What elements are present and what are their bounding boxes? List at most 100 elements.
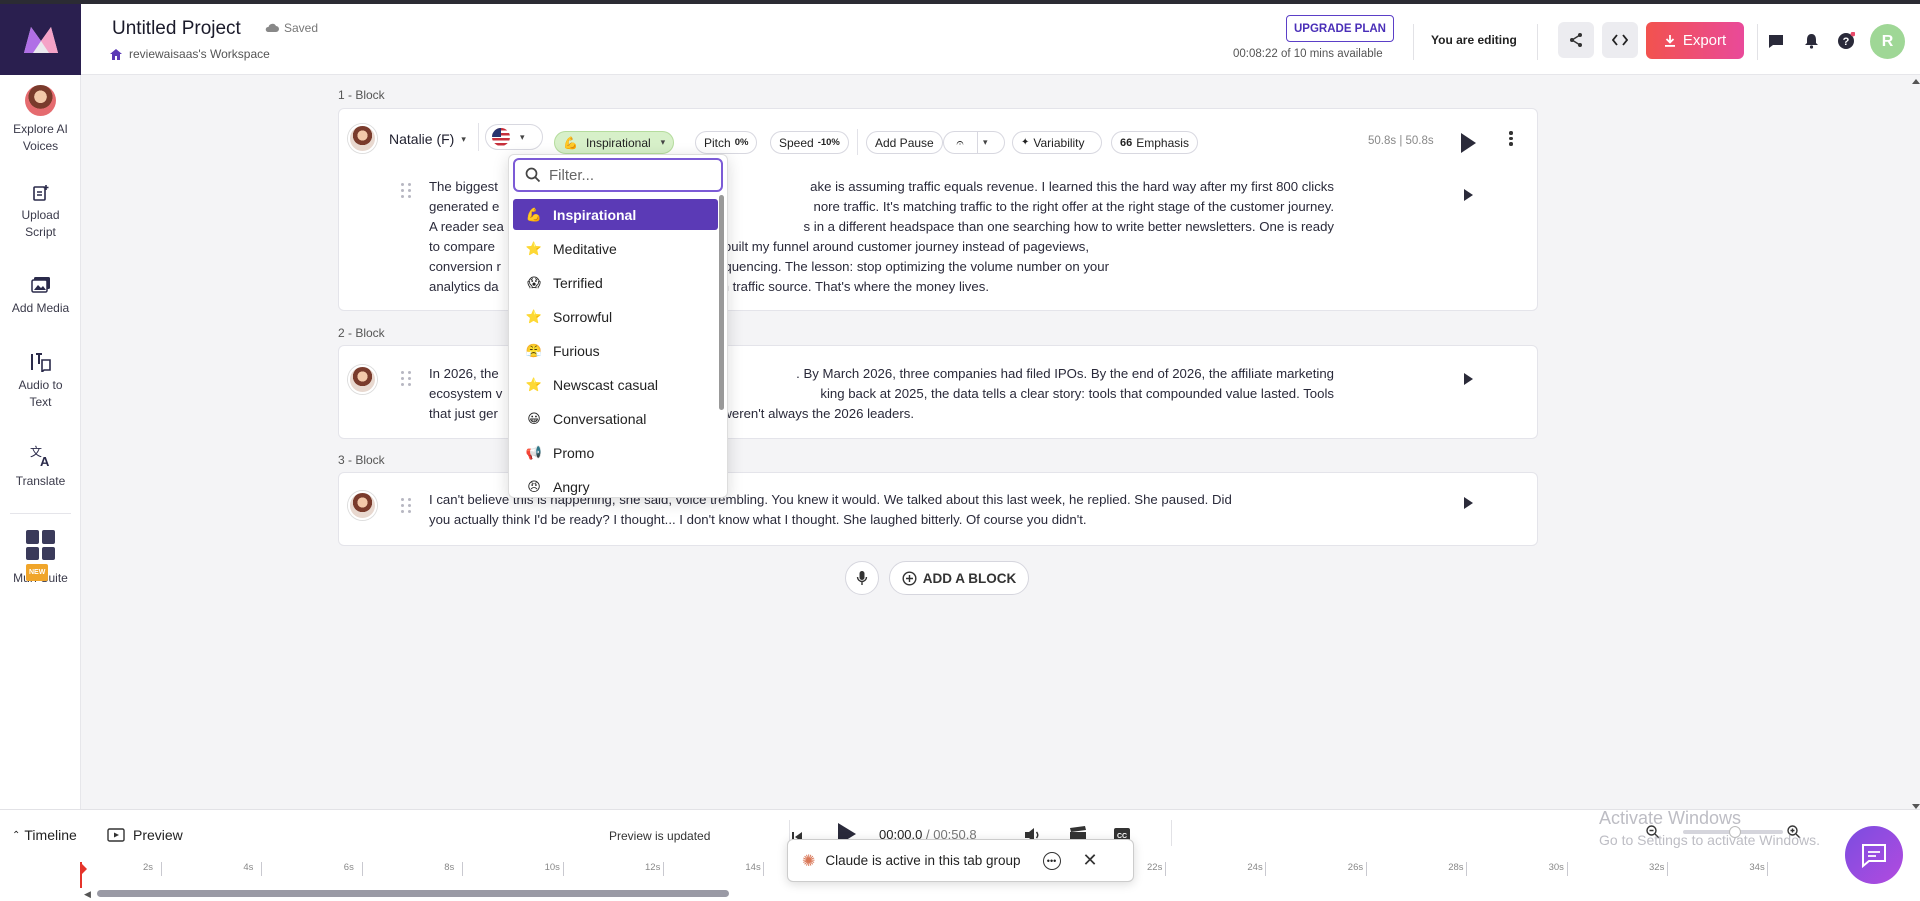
preview-tab[interactable]: Preview [107, 827, 183, 843]
variability-button[interactable]: ✦ Variability [1012, 131, 1102, 154]
header-divider [1537, 24, 1538, 60]
speed-control[interactable]: Speed -10% [770, 131, 849, 154]
svg-text:?: ? [1843, 36, 1850, 48]
add-block-button[interactable]: ADD A BLOCK [889, 561, 1029, 595]
style-option-meditative[interactable]: ⭐ Meditative [513, 233, 718, 264]
drag-handle-icon[interactable] [401, 183, 413, 199]
style-option-sorrowful[interactable]: ⭐ Sorrowful [513, 301, 718, 332]
quota-text: 00:08:22 of 10 mins available [1233, 48, 1383, 60]
more-options-icon[interactable] [1509, 131, 1513, 146]
megaphone-icon: 📢 [525, 444, 543, 460]
svg-text:A: A [40, 454, 50, 468]
voice-avatar[interactable] [348, 491, 377, 520]
page-scrollbar[interactable] [1910, 75, 1920, 809]
timeline-tick-mark [1265, 862, 1267, 876]
microphone-icon [856, 571, 868, 585]
user-avatar[interactable]: R [1870, 24, 1905, 59]
style-option-conversational[interactable]: 😀 Conversational [513, 403, 718, 434]
timeline-tick-label: 24s [1247, 862, 1263, 873]
export-label: Export [1682, 32, 1727, 49]
toolbar-divider [478, 123, 479, 151]
paragraph-play-icon[interactable] [1464, 189, 1473, 201]
paragraph-play-icon[interactable] [1464, 497, 1473, 509]
speed-label: Speed [779, 135, 814, 150]
search-icon [525, 167, 541, 183]
claude-logo-icon: ✺ [802, 852, 816, 870]
dropdown-scrollbar[interactable] [719, 195, 724, 410]
timeline-tick-label: 10s [544, 862, 560, 873]
sidebar-item-murf-suite[interactable]: NEW Murf Suite [0, 530, 81, 587]
close-icon[interactable]: ✕ [1083, 850, 1098, 871]
style-option-newscast-casual[interactable]: ⭐ Newscast casual [513, 369, 718, 400]
download-icon [1664, 35, 1675, 47]
voice-avatar[interactable] [348, 365, 377, 394]
export-button[interactable]: Export [1646, 22, 1744, 59]
activate-windows-title: Activate Windows [1599, 808, 1742, 828]
pitch-control[interactable]: Pitch 0% [695, 131, 758, 154]
chevron-up-icon: ⌃ [12, 829, 21, 841]
claude-active-toast: ✺ Claude is active in this tab group •••… [787, 839, 1134, 882]
scroll-left-icon[interactable]: ◀ [84, 889, 91, 900]
share-button[interactable] [1558, 22, 1594, 58]
timeline-tick-label: 28s [1448, 862, 1464, 873]
sidebar-item-explore-voices[interactable]: Explore AI Voices [0, 85, 81, 155]
help-icon[interactable]: ? [1836, 31, 1856, 51]
support-chat-button[interactable] [1845, 826, 1903, 884]
sidebar-item-audio-to-text[interactable]: Audio to Text [0, 352, 81, 411]
style-option-terrified[interactable]: 😱 Terrified [513, 267, 718, 298]
timeline-scrollbar[interactable] [97, 890, 729, 897]
record-voice-button[interactable] [845, 561, 879, 595]
controls-divider [1171, 820, 1172, 846]
voice-selector[interactable]: Natalie (F) ▾ [389, 131, 466, 147]
project-title[interactable]: Untitled Project [112, 18, 241, 40]
accent-selector[interactable]: ▾ [485, 124, 543, 150]
filter-input[interactable] [549, 166, 699, 184]
style-option-furious[interactable]: 😤 Furious [513, 335, 718, 366]
sidebar-item-label: Add Media [11, 301, 70, 315]
drag-handle-icon[interactable] [401, 498, 413, 514]
emphasis-button[interactable]: 66 Emphasis [1111, 131, 1198, 154]
embed-code-button[interactable] [1602, 22, 1638, 58]
sidebar-item-upload-script[interactable]: Upload Script [0, 184, 81, 241]
timeline-tick-mark [261, 862, 263, 876]
option-label: Inspirational [553, 206, 637, 223]
upgrade-plan-button[interactable]: UPGRADE PLAN [1286, 15, 1394, 42]
sidebar-item-translate[interactable]: 文A Translate [0, 444, 81, 490]
left-sidebar: Explore AI Voices Upload Script Add Medi… [0, 75, 81, 809]
timeline-tick-label: 32s [1649, 862, 1665, 873]
option-label: Furious [553, 342, 600, 359]
timeline-tick-label: 34s [1749, 862, 1765, 873]
style-option-inspirational[interactable]: 💪 Inspirational [513, 199, 718, 230]
timeline-tick-label: 22s [1147, 862, 1163, 873]
add-pause-button[interactable]: Add Pause [866, 131, 943, 154]
chat-icon[interactable]: ••• [1042, 851, 1061, 870]
block-play-icon[interactable] [1461, 133, 1476, 153]
style-selector[interactable]: 💪 Inspirational ▾ [554, 131, 675, 154]
block-duration: 50.8s | 50.8s [1368, 135, 1434, 147]
style-option-promo[interactable]: 📢 Promo [513, 437, 718, 468]
playhead-marker-icon[interactable] [80, 862, 87, 876]
style-option-angry[interactable]: 😠 Angry [513, 471, 718, 497]
option-label: Sorrowful [553, 308, 613, 325]
murf-logo[interactable] [0, 4, 81, 75]
timeline-label: Timeline [24, 827, 77, 843]
bell-icon[interactable] [1801, 31, 1821, 51]
filter-field[interactable] [513, 158, 723, 192]
upload-script-icon [32, 185, 48, 201]
timeline-tick-label: 14s [745, 862, 761, 873]
sound-effect-selector[interactable]: 𝄐 ▾ [943, 131, 1005, 154]
sparkle-icon: ✦ [1021, 137, 1030, 148]
timeline-tick-label: 30s [1548, 862, 1564, 873]
scroll-up-icon[interactable] [1912, 79, 1920, 84]
paragraph-play-icon[interactable] [1464, 373, 1473, 385]
workspace-name: reviewaisaas's Workspace [129, 47, 270, 61]
timeline-tick-label: 8s [444, 862, 455, 873]
sidebar-item-label: Upload Script [21, 208, 60, 239]
comments-icon[interactable] [1766, 31, 1786, 51]
timeline-toggle[interactable]: ⌃ Timeline [12, 827, 77, 843]
drag-handle-icon[interactable] [401, 371, 413, 387]
timeline-tick-mark [562, 862, 564, 876]
sidebar-item-add-media[interactable]: Add Media [0, 276, 81, 317]
workspace-breadcrumb[interactable]: reviewaisaas's Workspace [109, 47, 270, 61]
voice-avatar[interactable] [348, 124, 377, 153]
